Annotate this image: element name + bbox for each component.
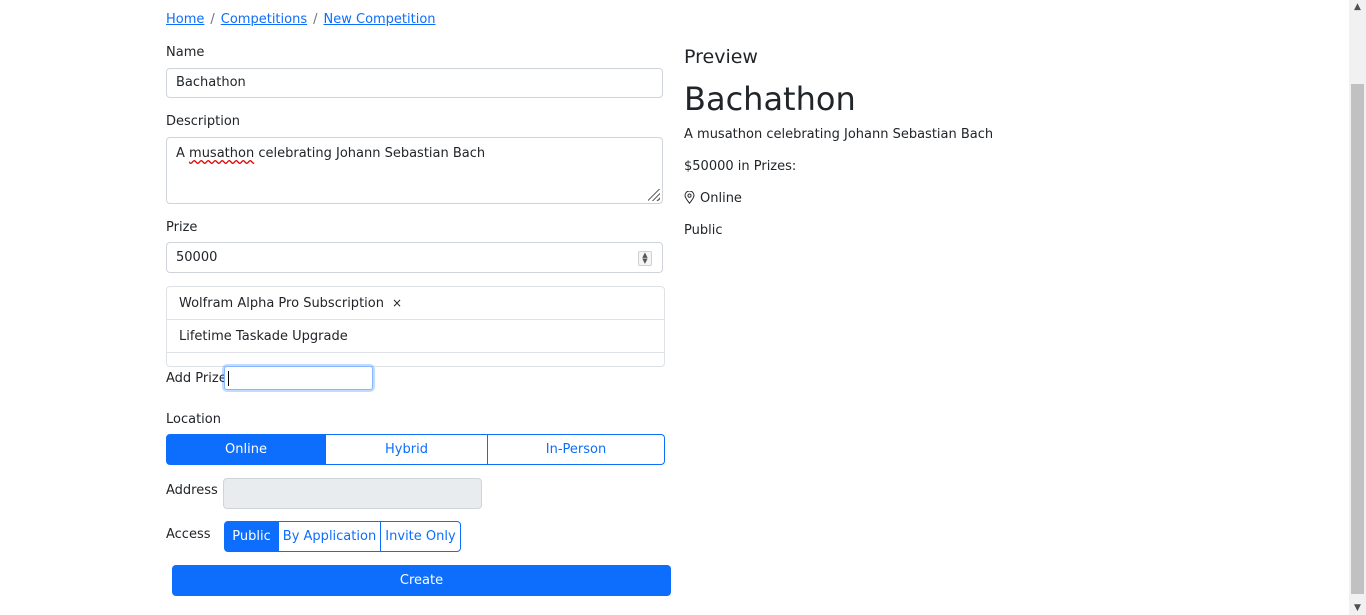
text-caret bbox=[228, 371, 229, 386]
preview-description: A musathon celebrating Johann Sebastian … bbox=[684, 127, 994, 142]
description-textarea[interactable]: A musathon celebrating Johann Sebastian … bbox=[166, 137, 663, 204]
scrollbar-thumb[interactable] bbox=[1351, 84, 1364, 594]
prize-label: Prize bbox=[166, 220, 198, 235]
location-hybrid-button[interactable]: Hybrid bbox=[325, 434, 488, 465]
prize-list: Wolfram Alpha Pro Subscription × Lifetim… bbox=[166, 286, 665, 367]
prize-list-item: Lifetime Taskade Upgrade bbox=[167, 320, 664, 353]
map-pin-icon bbox=[684, 191, 695, 204]
prize-list-item: Wolfram Alpha Pro Subscription × bbox=[167, 287, 664, 320]
name-input[interactable]: Bachathon bbox=[166, 68, 663, 98]
add-prize-label: Add Prize bbox=[166, 371, 227, 386]
preview-location: Online bbox=[684, 191, 742, 206]
preview-access: Public bbox=[684, 223, 723, 238]
remove-prize-icon[interactable]: × bbox=[392, 296, 402, 310]
location-online-button[interactable]: Online bbox=[166, 434, 326, 465]
address-label: Address bbox=[166, 483, 218, 498]
breadcrumb-separator: / bbox=[210, 12, 215, 27]
preview-location-text: Online bbox=[700, 191, 742, 206]
address-input-disabled bbox=[223, 478, 482, 509]
prize-number-input[interactable]: 50000 ▲ ▼ bbox=[166, 242, 663, 273]
page-scrollbar[interactable]: ▲ ▼ bbox=[1349, 0, 1366, 615]
scroll-up-arrow-icon[interactable]: ▲ bbox=[1349, 0, 1366, 14]
access-invite-only-button[interactable]: Invite Only bbox=[380, 521, 461, 552]
breadcrumb: Home / Competitions / New Competition bbox=[166, 12, 436, 27]
misspelled-word: musathon bbox=[189, 146, 255, 161]
preview-prizes-text: $50000 in Prizes: bbox=[684, 159, 797, 174]
name-label: Name bbox=[166, 45, 205, 60]
preview-title: Bachathon bbox=[684, 80, 856, 118]
prize-input-value: 50000 bbox=[176, 250, 218, 265]
prize-item-label: Wolfram Alpha Pro Subscription bbox=[179, 295, 384, 311]
add-prize-input[interactable] bbox=[224, 366, 373, 390]
number-spinner-icon[interactable]: ▲ ▼ bbox=[638, 251, 652, 266]
description-text-pre: A bbox=[176, 146, 190, 161]
location-button-group: Online Hybrid In-Person bbox=[166, 434, 665, 465]
access-button-group: Public By Application Invite Only bbox=[224, 521, 461, 552]
description-text-post: celebrating Johann Sebastian Bach bbox=[254, 146, 486, 161]
name-input-value: Bachathon bbox=[176, 75, 246, 90]
breadcrumb-competitions-link[interactable]: Competitions bbox=[221, 12, 307, 27]
breadcrumb-home-link[interactable]: Home bbox=[166, 12, 204, 27]
location-label: Location bbox=[166, 412, 221, 427]
breadcrumb-new-competition-link[interactable]: New Competition bbox=[324, 12, 436, 27]
prize-item-label: Lifetime Taskade Upgrade bbox=[179, 328, 348, 344]
access-label: Access bbox=[166, 527, 211, 542]
location-in-person-button[interactable]: In-Person bbox=[487, 434, 665, 465]
preview-heading: Preview bbox=[684, 46, 758, 68]
access-by-application-button[interactable]: By Application bbox=[278, 521, 381, 552]
resize-handle-icon[interactable] bbox=[648, 189, 660, 201]
create-button[interactable]: Create bbox=[172, 565, 671, 596]
description-label: Description bbox=[166, 114, 241, 129]
scroll-down-arrow-icon[interactable]: ▼ bbox=[1349, 601, 1366, 615]
access-public-button[interactable]: Public bbox=[224, 521, 279, 552]
breadcrumb-separator: / bbox=[313, 12, 318, 27]
